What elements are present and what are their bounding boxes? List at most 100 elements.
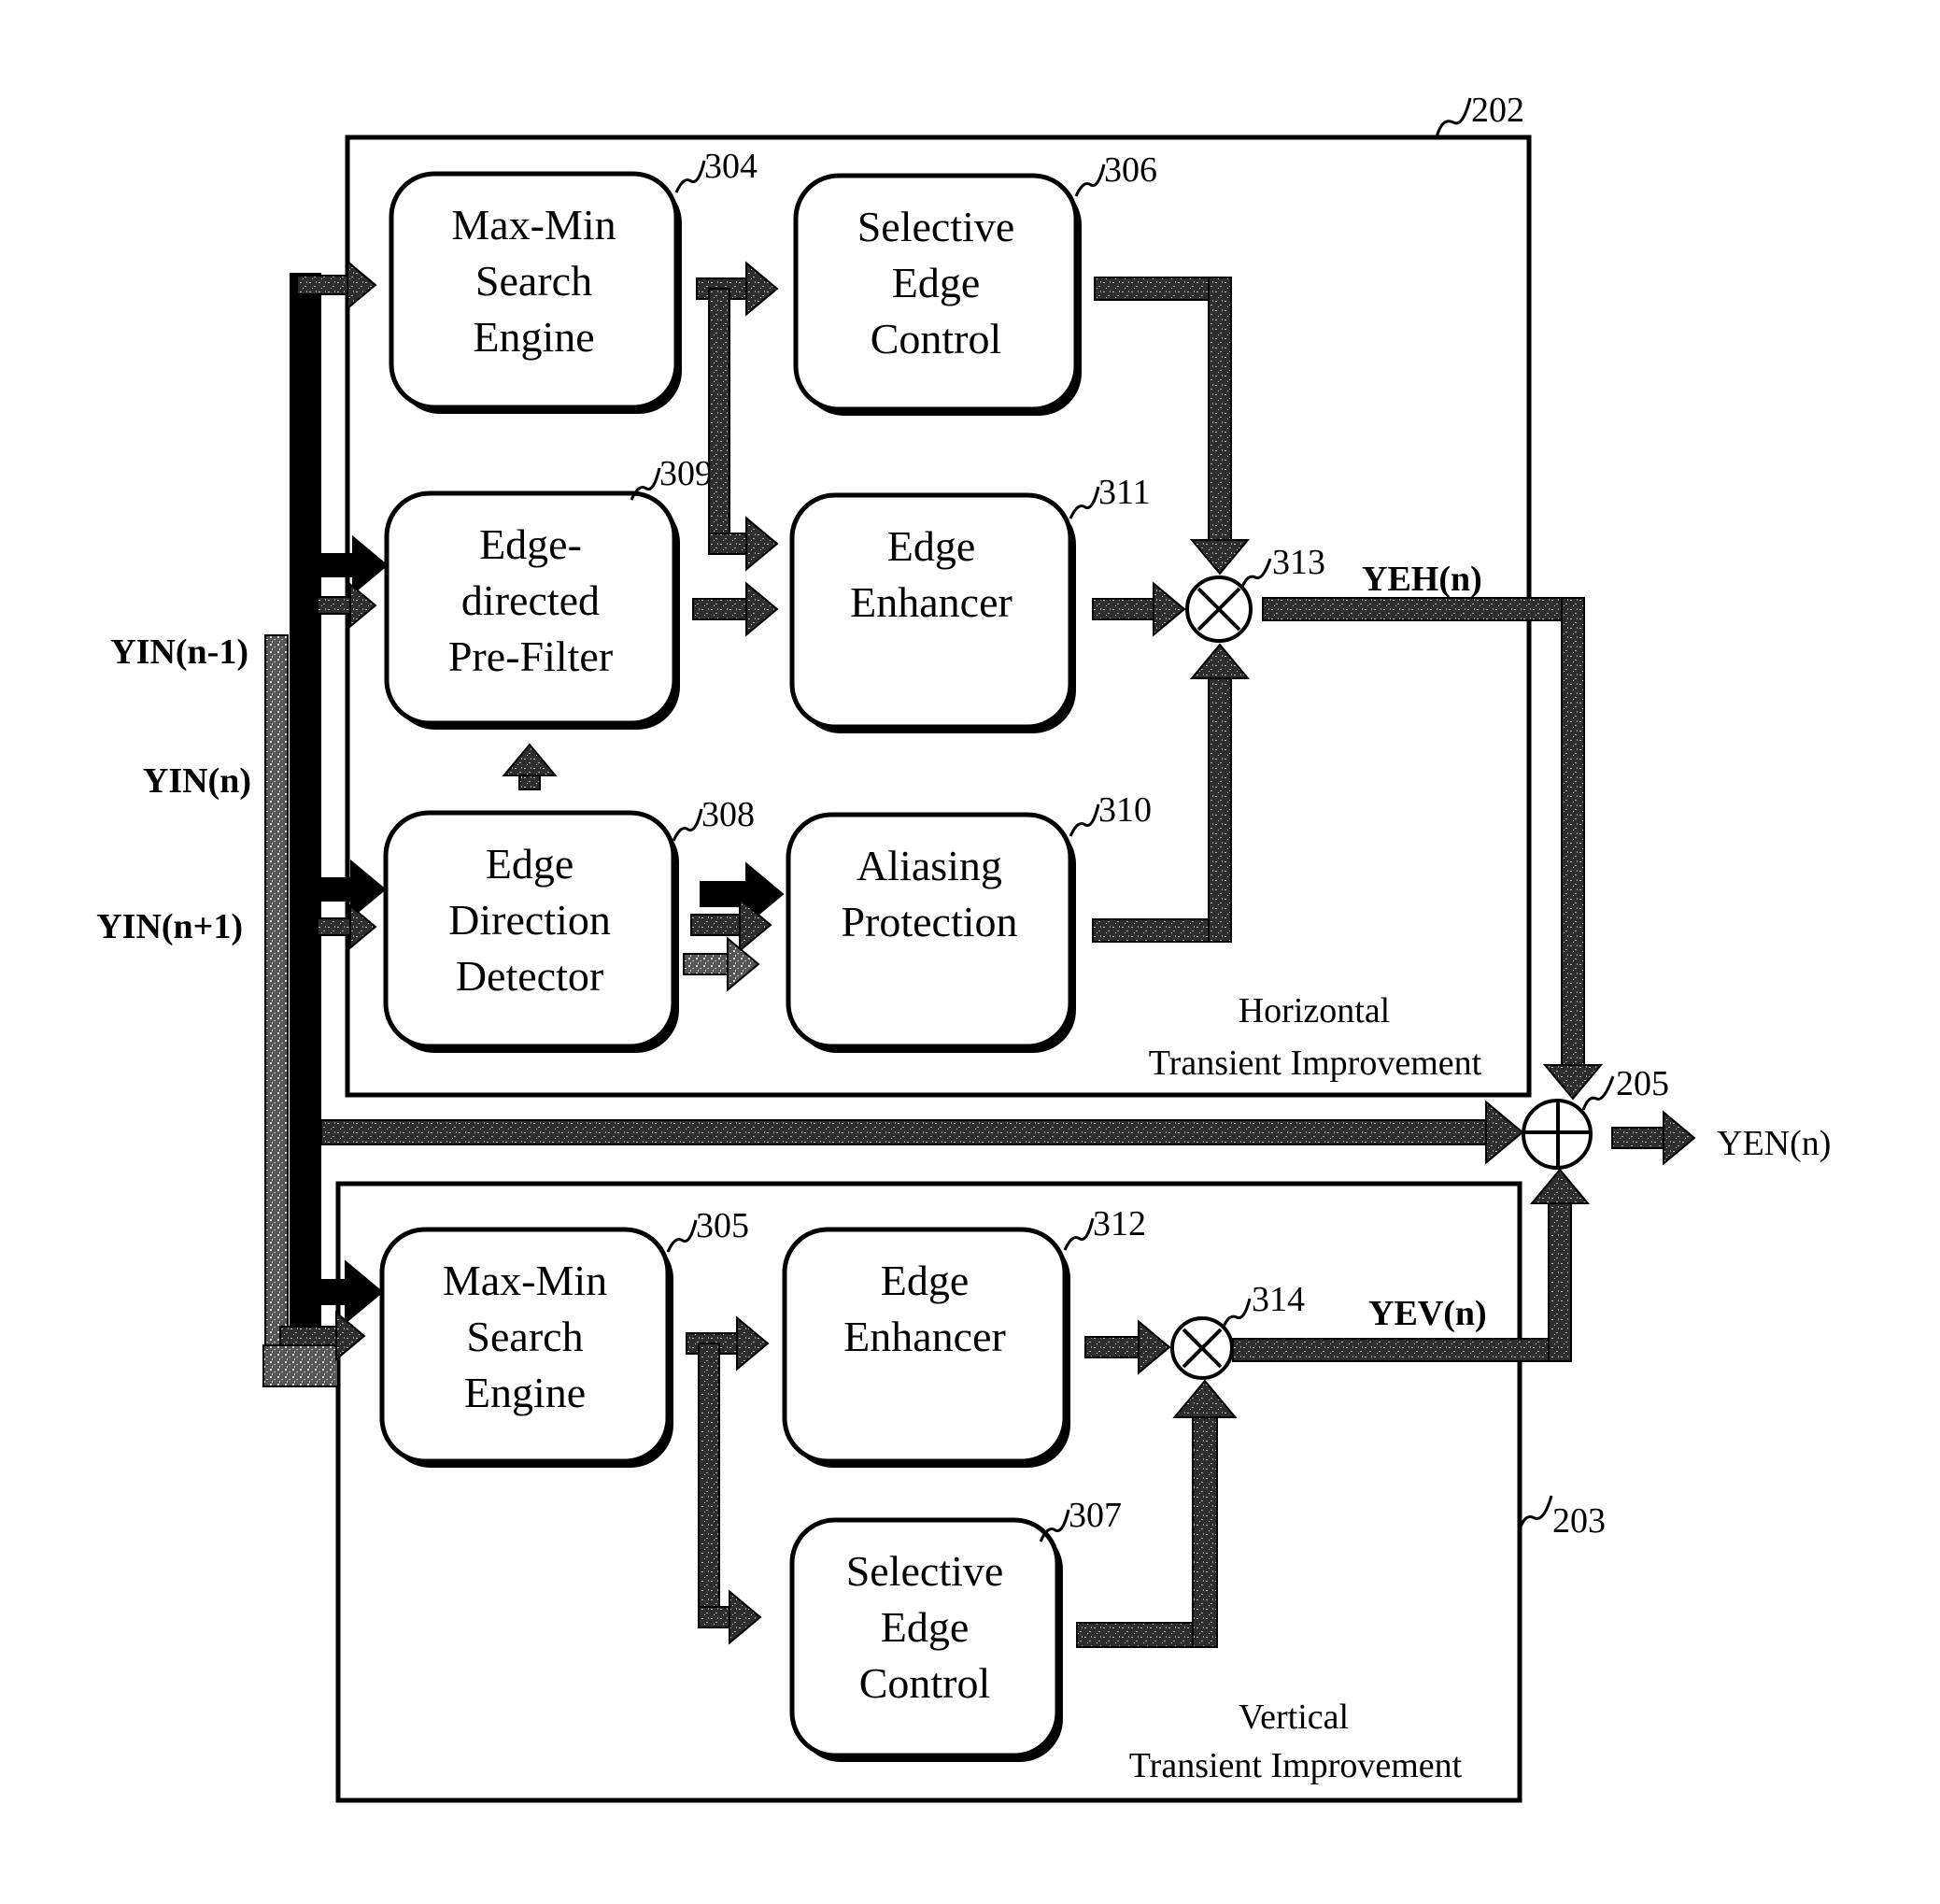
ref-label-306: 306 — [1104, 150, 1157, 190]
block-label-line: Protection — [841, 898, 1017, 945]
block-label-line: Control — [859, 1659, 991, 1707]
ref-leader — [666, 1219, 698, 1253]
arrow-head — [352, 534, 389, 596]
input-bus-grey — [264, 634, 289, 1387]
block-selective-edge-control-v: Selective Edge Control 307 — [789, 1496, 1122, 1762]
input-bus-black — [290, 273, 321, 1347]
arrow-bypass-to-adder — [320, 1100, 1524, 1165]
arrow-shaft — [279, 1326, 337, 1346]
arrow-shaft — [317, 596, 351, 615]
block-label-line: Enhancer — [843, 1313, 1006, 1360]
arrow-head — [1172, 1379, 1238, 1418]
arrow-selective-to-multiplier-h — [1094, 277, 1251, 575]
arrow-shaft — [317, 877, 352, 902]
arrow-head — [1529, 1168, 1591, 1204]
block-label-line: Edge — [887, 522, 976, 570]
arrow-head — [729, 1589, 762, 1645]
block-label-line: Selective — [846, 1547, 1004, 1595]
ref-label-309: 309 — [659, 454, 713, 493]
block-label-line: Direction — [448, 896, 611, 944]
block-label-line: Edge- — [479, 520, 582, 568]
ref-leader-314 — [1222, 1298, 1252, 1328]
ref-label-314: 314 — [1252, 1280, 1305, 1319]
ref-leader — [1069, 803, 1100, 837]
arrow-shaft — [1611, 1127, 1664, 1149]
block-label-line: Detector — [456, 952, 603, 1000]
block-label-line: Max-Min — [451, 201, 616, 249]
ref-leader — [672, 808, 703, 842]
block-label-line: Edge — [881, 1257, 970, 1304]
arrow-shaft — [1094, 277, 1221, 301]
arrow-head — [1189, 643, 1251, 679]
ref-label-202: 202 — [1471, 91, 1524, 130]
arrow-shaft — [1561, 597, 1585, 1066]
ref-leader-202 — [1435, 97, 1472, 138]
block-label-line: Control — [871, 315, 1002, 362]
ref-label-311: 311 — [1098, 473, 1151, 512]
arrow-maxmin-to-enhancer-h — [708, 288, 779, 572]
signal-label-yeh: YEH(n) — [1362, 560, 1482, 599]
section-title-vertical: Vertical — [1239, 1698, 1349, 1737]
ref-leader — [1063, 1217, 1095, 1251]
arrow-shaft — [317, 553, 354, 577]
ref-leader — [1074, 163, 1106, 197]
block-label-line: Edge — [881, 1603, 970, 1651]
ref-label-308: 308 — [701, 795, 755, 834]
ref-leader — [1069, 486, 1100, 519]
arrow-head — [349, 582, 377, 629]
arrow-head — [345, 1259, 384, 1325]
block-label-line: Engine — [473, 313, 594, 361]
section-title-horizontal: Horizontal — [1239, 991, 1391, 1030]
input-label-yin-prev: YIN(n-1) — [110, 632, 248, 672]
signal-label-yev: YEV(n) — [1368, 1294, 1487, 1333]
multiplier-314: 314 — [1170, 1280, 1305, 1380]
arrow-shaft — [1548, 1202, 1572, 1362]
arrow-shaft — [1192, 1416, 1218, 1648]
ref-label-310: 310 — [1098, 790, 1152, 830]
block-label-line: Edge — [892, 259, 981, 306]
arrow-shaft — [708, 288, 730, 545]
block-label-line: Max-Min — [443, 1257, 607, 1304]
ref-label-307: 307 — [1069, 1496, 1122, 1535]
arrow-shaft — [698, 1606, 730, 1628]
arrow-head — [1663, 1110, 1696, 1166]
arrow-maxmin-to-selective-v — [698, 1343, 762, 1645]
input-tap-curr — [290, 755, 301, 802]
arrow-shaft — [690, 914, 741, 936]
input-bus-corner — [262, 1344, 339, 1387]
arrow-shaft — [518, 774, 541, 790]
adder-205: 205 — [1522, 1064, 1669, 1170]
arrow-head — [745, 516, 779, 572]
arrow-direction-to-aliasing-3 — [683, 936, 760, 992]
arrow-direction-to-prefilter — [502, 743, 558, 790]
processing-blocks: Max-Min Search Engine 304 Selective Edge Contr… — [379, 147, 1157, 1762]
block-label-line: Enhancer — [850, 578, 1012, 626]
section-subtitle-horizontal: Transient Improvement — [1149, 1044, 1482, 1083]
arrow-enhancer-to-multiplier-h — [1092, 581, 1186, 637]
arrow-shaft — [708, 533, 747, 555]
block-label-line: directed — [461, 576, 600, 624]
signal-label-yen: YEN(n) — [1717, 1124, 1831, 1163]
arrow-shaft — [296, 275, 348, 295]
arrow-shaft — [320, 1119, 1487, 1145]
ref-leader — [674, 160, 706, 193]
block-label-line: Edge — [486, 840, 574, 888]
block-label-line: Aliasing — [857, 842, 1002, 889]
arrow-head — [350, 859, 387, 920]
arrow-head — [1153, 581, 1186, 637]
arrow-shaft — [1208, 277, 1232, 541]
arrow-head — [502, 743, 558, 776]
ref-label-304: 304 — [704, 147, 758, 186]
block-diagram: 202 Horizontal Transient Improvement 203… — [96, 91, 1831, 1803]
arrow-shaft — [1084, 1336, 1140, 1358]
ref-leader-203 — [1518, 1495, 1553, 1530]
block-label-line: Search — [475, 257, 592, 305]
ref-label-313: 313 — [1272, 543, 1325, 582]
arrow-shaft — [1208, 677, 1232, 943]
arrow-shaft — [698, 1343, 720, 1618]
arrow-shaft — [683, 953, 729, 975]
arrow-shaft — [1092, 598, 1154, 620]
block-label-line: Search — [466, 1313, 583, 1360]
arrow-head — [1485, 1100, 1524, 1165]
arrow-head — [736, 1315, 770, 1371]
